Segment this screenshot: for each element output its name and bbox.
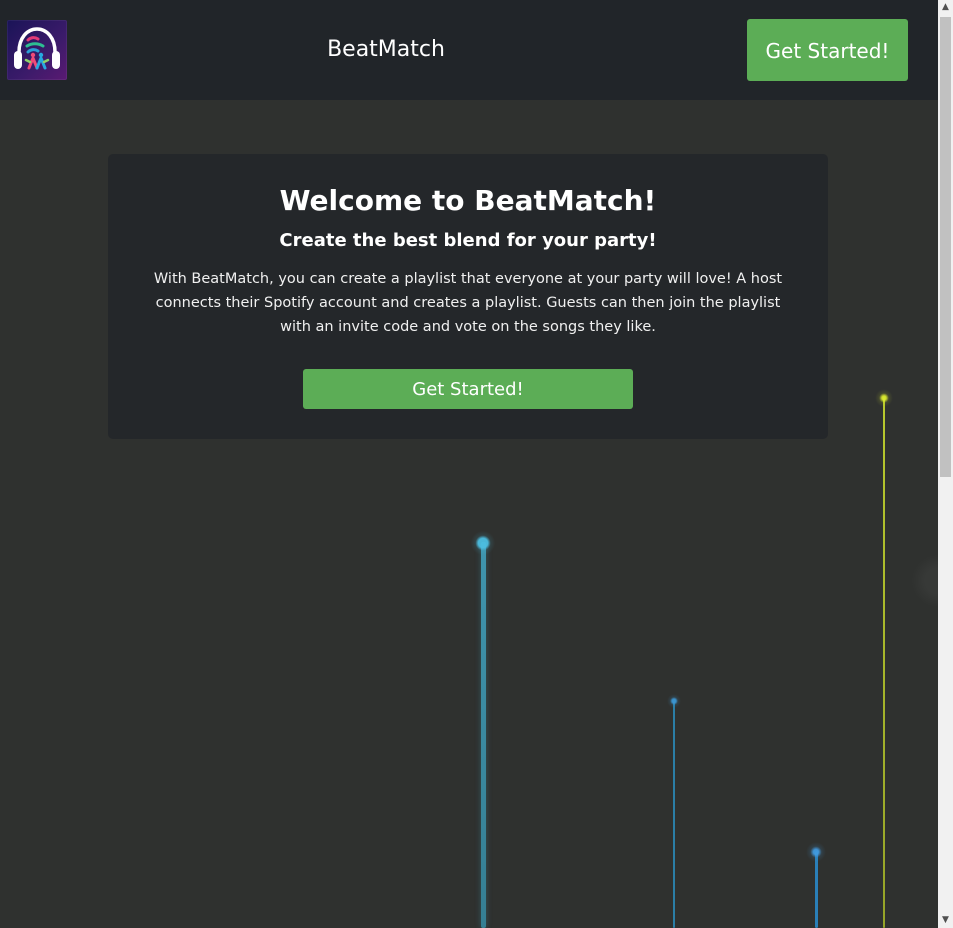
welcome-subheading: Create the best blend for your party!	[279, 230, 657, 251]
headphones-logo-icon[interactable]	[7, 20, 67, 80]
scrollbar-thumb[interactable]	[940, 17, 951, 477]
brand-title: BeatMatch	[327, 37, 445, 62]
vertical-scrollbar[interactable]: ▲ ▼	[938, 0, 953, 928]
rising-beam-blue-right	[815, 851, 818, 928]
welcome-heading: Welcome to BeatMatch!	[279, 184, 657, 217]
beam-glow-blue-right	[806, 842, 826, 862]
rising-beam-yellow	[883, 397, 885, 928]
hero-get-started-button[interactable]: Get Started!	[303, 369, 633, 409]
rising-beam-blue-thin	[673, 700, 675, 928]
header-get-started-button[interactable]: Get Started!	[747, 19, 908, 81]
welcome-description: With BeatMatch, you can create a playlis…	[153, 271, 783, 335]
beam-glow-yellow	[875, 389, 893, 407]
top-navbar: BeatMatch Get Started!	[0, 0, 938, 100]
welcome-card: Welcome to BeatMatch! Create the best bl…	[108, 154, 828, 439]
rising-beam-blue-left	[481, 542, 486, 928]
page: BeatMatch Get Started! Welcome to BeatMa…	[0, 0, 953, 928]
scroll-up-arrow-icon[interactable]: ▲	[938, 0, 953, 15]
beam-glow-offscreen-right	[912, 555, 938, 607]
viewport: BeatMatch Get Started! Welcome to BeatMa…	[0, 0, 938, 928]
beam-glow-blue-thin	[667, 694, 681, 708]
scroll-down-arrow-icon[interactable]: ▼	[938, 913, 953, 928]
beam-glow-blue-left	[471, 531, 495, 555]
